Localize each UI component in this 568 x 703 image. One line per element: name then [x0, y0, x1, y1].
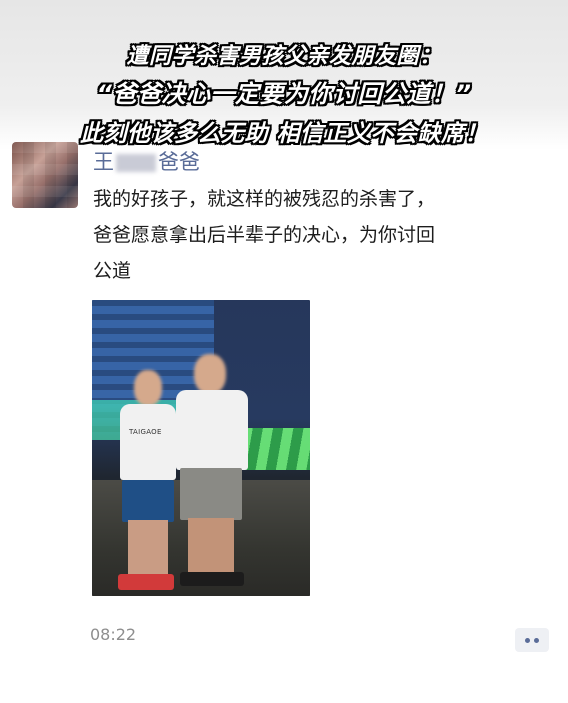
avatar[interactable] [12, 142, 78, 208]
shirt-print: TAIGAOE [129, 428, 162, 436]
author-name-suffix: 爸爸 [158, 150, 200, 174]
photo-person-boy-shorts [122, 480, 174, 522]
photo-person-boy-shirt: TAIGAOE [120, 404, 176, 480]
photo-person-man-legs [188, 518, 234, 574]
photo-person-boy-legs [128, 520, 168, 576]
photo-person-boy-shoes [118, 574, 174, 590]
photo-person-man-head [194, 354, 226, 394]
headline-line-1: 遭同学杀害男孩父亲发朋友圈： [126, 44, 442, 69]
post-photo[interactable]: TAIGAOE [92, 300, 310, 596]
photo-person-man-shirt [176, 390, 248, 470]
headline-line-3: 此刻他该多么无助 相信正义不会缺席！ [79, 121, 488, 147]
more-dot-2 [534, 638, 539, 643]
photo-person-man [172, 354, 252, 596]
photo-person-man-shoes [180, 572, 244, 586]
more-dots-icon[interactable] [515, 628, 549, 652]
post-timestamp: 08:22 [90, 625, 137, 644]
post-body: 我的好孩子，就这样的被残忍的杀害了， 爸爸愿意拿出后半辈子的决心，为你讨回 公道 [93, 181, 553, 289]
post-line-3: 公道 [93, 260, 132, 282]
author-name-blurred [116, 154, 156, 172]
post-author[interactable]: 王 爸爸 [93, 146, 200, 176]
photo-person-man-shorts [180, 468, 242, 520]
author-name-prefix: 王 [93, 150, 114, 174]
post-line-1: 我的好孩子，就这样的被残忍的杀害了， [93, 188, 436, 210]
headline-line-2: “爸爸决心一定要为你讨回公道！” [96, 80, 472, 108]
more-dot-1 [525, 638, 530, 643]
post-line-2: 爸爸愿意拿出后半辈子的决心，为你讨回 [93, 224, 436, 246]
photo-person-boy-head [134, 370, 162, 406]
